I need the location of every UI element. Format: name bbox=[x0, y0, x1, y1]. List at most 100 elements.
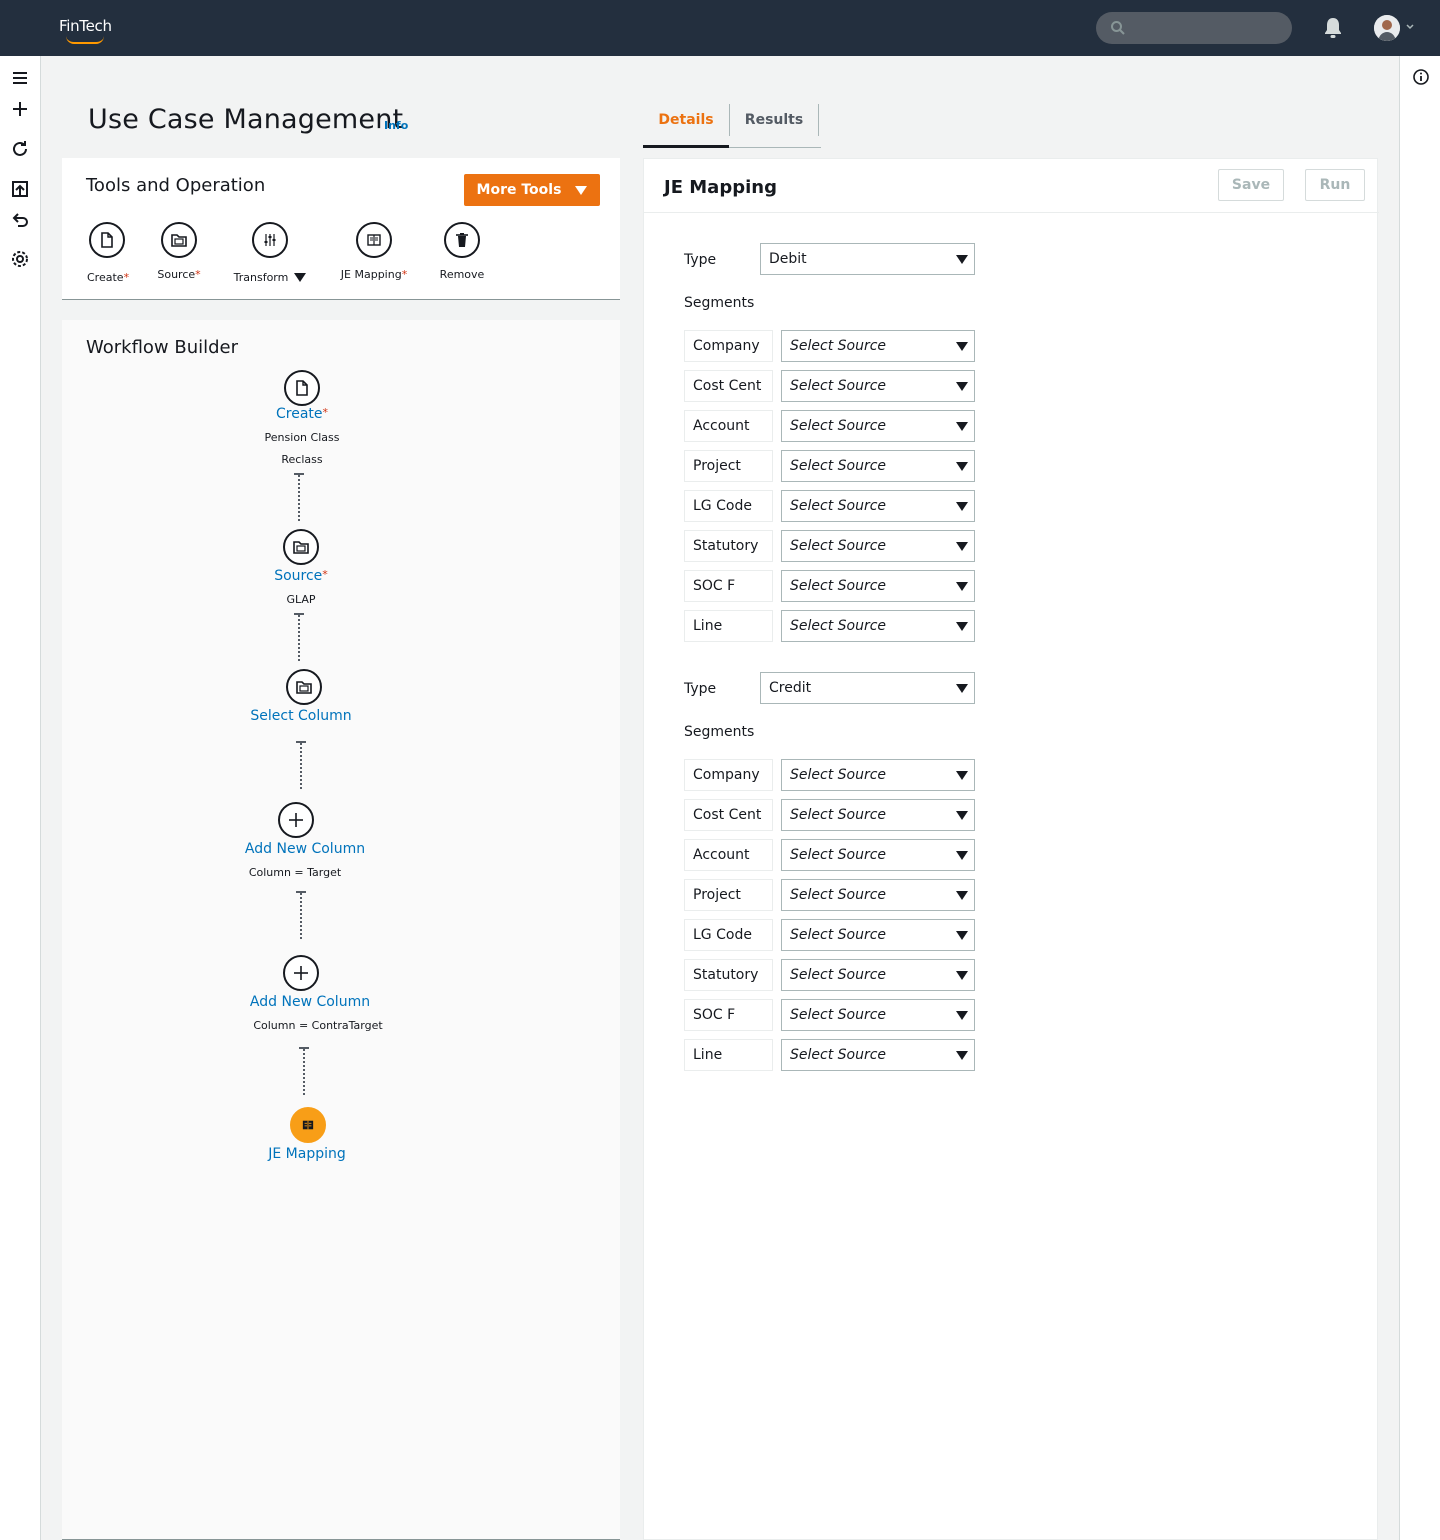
caret-down-icon bbox=[956, 1051, 968, 1060]
node-create-label[interactable]: Create bbox=[276, 406, 323, 422]
caret-down-icon bbox=[956, 542, 968, 551]
tool-source[interactable]: Source* bbox=[157, 222, 201, 281]
caret-down-icon[interactable] bbox=[294, 273, 307, 282]
search-icon bbox=[1111, 21, 1125, 35]
tools-title: Tools and Operation bbox=[86, 175, 266, 196]
right-help-rail bbox=[1399, 56, 1440, 1540]
info-icon[interactable] bbox=[1412, 68, 1430, 86]
tool-create[interactable]: Create* bbox=[87, 222, 130, 284]
caret-down-icon bbox=[956, 684, 968, 693]
tab-details[interactable]: Details bbox=[643, 104, 729, 148]
segment-source-select[interactable]: Select Source bbox=[781, 570, 975, 602]
credit-type-label: Type bbox=[684, 681, 717, 697]
segment-source-select[interactable]: Select Source bbox=[781, 879, 975, 911]
node-add-column-detail: Column = Target bbox=[248, 866, 342, 879]
segment-source-select[interactable]: Select Source bbox=[781, 919, 975, 951]
required-marker: * bbox=[401, 268, 408, 281]
plus-icon[interactable] bbox=[283, 955, 319, 991]
chevron-down-icon[interactable] bbox=[1405, 22, 1415, 32]
tab-results[interactable]: Results bbox=[729, 104, 819, 136]
segment-source-select[interactable]: Select Source bbox=[781, 759, 975, 791]
caret-down-icon bbox=[956, 851, 968, 860]
save-button[interactable]: Save bbox=[1218, 169, 1284, 201]
workflow-node-source[interactable]: Source* bbox=[274, 568, 328, 584]
segment-label: Company bbox=[684, 330, 773, 362]
tool-je-mapping-label: JE Mapping bbox=[340, 268, 402, 281]
run-button[interactable]: Run bbox=[1305, 169, 1365, 201]
tools-panel: Tools and Operation More Tools Create* S… bbox=[62, 158, 620, 300]
caret-down-icon bbox=[956, 582, 968, 591]
tool-je-mapping[interactable]: JE Mapping* bbox=[336, 222, 412, 281]
select-source-placeholder: Select Source bbox=[790, 767, 887, 783]
segment-source-select[interactable]: Select Source bbox=[781, 1039, 975, 1071]
required-marker: * bbox=[123, 271, 130, 284]
segment-source-select[interactable]: Select Source bbox=[781, 490, 975, 522]
file-icon[interactable] bbox=[284, 370, 320, 406]
debit-type-label: Type bbox=[684, 252, 717, 268]
debit-type-select[interactable]: Debit bbox=[760, 243, 975, 275]
folder-icon[interactable] bbox=[286, 669, 322, 705]
caret-down-icon bbox=[956, 502, 968, 511]
debit-type-value: Debit bbox=[769, 251, 807, 267]
search-input[interactable] bbox=[1096, 12, 1292, 44]
caret-down-icon bbox=[956, 462, 968, 471]
segment-label: Account bbox=[684, 839, 773, 871]
refresh-icon[interactable] bbox=[10, 139, 30, 159]
segment-source-select[interactable]: Select Source bbox=[781, 999, 975, 1031]
notification-bell-icon[interactable] bbox=[1322, 16, 1344, 40]
select-source-placeholder: Select Source bbox=[790, 578, 887, 594]
node-source-detail: GLAP bbox=[286, 593, 316, 606]
segment-label: Project bbox=[684, 879, 773, 911]
segment-label: Statutory bbox=[684, 530, 773, 562]
connector bbox=[299, 1047, 309, 1095]
info-link[interactable]: Info bbox=[384, 119, 408, 132]
left-toolbar bbox=[0, 56, 41, 1540]
select-source-placeholder: Select Source bbox=[790, 967, 887, 983]
select-source-placeholder: Select Source bbox=[790, 418, 887, 434]
undo-icon[interactable] bbox=[10, 210, 30, 230]
workflow-node-je-mapping[interactable]: JE Mapping bbox=[268, 1146, 346, 1162]
node-source-label[interactable]: Source bbox=[274, 568, 322, 584]
plus-icon[interactable] bbox=[10, 99, 30, 119]
more-tools-button[interactable]: More Tools bbox=[464, 174, 600, 206]
caret-down-icon bbox=[956, 382, 968, 391]
workflow-node-add-column-contra[interactable]: Add New Column bbox=[250, 994, 370, 1010]
select-source-placeholder: Select Source bbox=[790, 927, 887, 943]
caret-down-icon bbox=[956, 622, 968, 631]
trash-icon bbox=[444, 222, 480, 258]
brand-logo-smile bbox=[66, 36, 104, 44]
workflow-node-create[interactable]: Create* bbox=[276, 406, 328, 422]
folder-icon[interactable] bbox=[283, 529, 319, 565]
upload-icon[interactable] bbox=[10, 179, 30, 199]
tool-remove[interactable]: Remove bbox=[437, 222, 487, 281]
segment-source-select[interactable]: Select Source bbox=[781, 799, 975, 831]
segment-source-select[interactable]: Select Source bbox=[781, 450, 975, 482]
segment-label: Company bbox=[684, 759, 773, 791]
select-source-placeholder: Select Source bbox=[790, 498, 887, 514]
segment-source-select[interactable]: Select Source bbox=[781, 959, 975, 991]
segment-source-select[interactable]: Select Source bbox=[781, 410, 975, 442]
select-source-placeholder: Select Source bbox=[790, 1047, 887, 1063]
caret-down-icon bbox=[956, 931, 968, 940]
tool-transform[interactable]: Transform bbox=[230, 222, 310, 284]
brand-logo[interactable]: FinTech bbox=[59, 17, 112, 35]
menu-icon[interactable] bbox=[10, 68, 30, 88]
gear-icon[interactable] bbox=[10, 249, 30, 269]
segment-source-select[interactable]: Select Source bbox=[781, 330, 975, 362]
tool-source-label: Source bbox=[157, 268, 196, 281]
workflow-node-select-column[interactable]: Select Column bbox=[250, 708, 351, 724]
segment-source-select[interactable]: Select Source bbox=[781, 839, 975, 871]
more-tools-label: More Tools bbox=[476, 182, 562, 198]
caret-down-icon bbox=[956, 255, 968, 264]
segment-source-select[interactable]: Select Source bbox=[781, 370, 975, 402]
workflow-node-add-column-target[interactable]: Add New Column bbox=[245, 841, 365, 857]
plus-icon[interactable] bbox=[278, 802, 314, 838]
user-avatar[interactable] bbox=[1374, 15, 1400, 41]
segment-source-select[interactable]: Select Source bbox=[781, 530, 975, 562]
segment-label: Statutory bbox=[684, 959, 773, 991]
book-icon[interactable] bbox=[290, 1107, 326, 1143]
credit-type-select[interactable]: Credit bbox=[760, 672, 975, 704]
tool-transform-label: Transform bbox=[233, 271, 289, 284]
workflow-builder-panel: Workflow Builder Create* Pension Class R… bbox=[62, 320, 620, 1540]
segment-source-select[interactable]: Select Source bbox=[781, 610, 975, 642]
